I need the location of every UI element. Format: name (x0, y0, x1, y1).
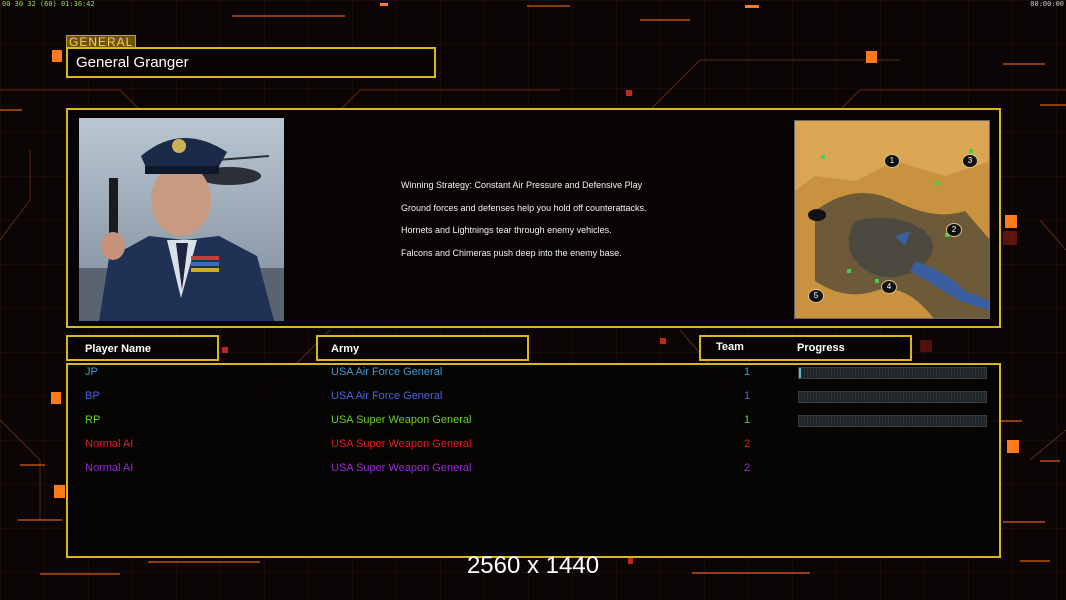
player-row[interactable]: Normal AI USA Super Weapon General 2 (0, 438, 1066, 462)
player-team: 1 (744, 390, 751, 402)
map-start-position: 1 (884, 154, 900, 168)
header-player-name: Player Name (66, 335, 219, 361)
header-progress-label: Progress (797, 342, 845, 354)
player-progress-bar (798, 367, 987, 379)
header-team-progress: Team Progress (699, 335, 912, 361)
map-start-position: 4 (881, 280, 897, 294)
map-start-position: 2 (946, 223, 962, 237)
hud-stats-readout: 00 30 32 (60) 01:36:42 (2, 0, 95, 8)
general-name-panel: General Granger (66, 47, 436, 78)
player-army: USA Super Weapon General (331, 414, 472, 426)
strategy-line: Falcons and Chimeras push deep into the … (401, 247, 622, 258)
player-progress-bar (798, 415, 987, 427)
header-army-label: Army (331, 343, 360, 355)
player-name: Normal AI (85, 462, 134, 474)
map-start-position: 3 (962, 154, 978, 168)
player-army: USA Air Force General (331, 390, 443, 402)
player-name: BP (85, 390, 100, 402)
player-team: 1 (744, 366, 751, 378)
player-army: USA Super Weapon General (331, 438, 472, 450)
player-team: 2 (744, 438, 751, 450)
strategy-text: Winning Strategy: Constant Air Pressure … (401, 180, 647, 270)
player-name: Normal AI (85, 438, 134, 450)
resolution-label: 2560 x 1440 (466, 552, 600, 579)
map-start-position: 5 (808, 289, 824, 303)
hud-clock-readout: 00:00:00 (1030, 0, 1064, 8)
strategy-line: Ground forces and defenses help you hold… (401, 202, 647, 213)
map-preview: 1 2 3 4 5 (794, 120, 990, 319)
strategy-line: Winning Strategy: Constant Air Pressure … (401, 180, 643, 190)
player-progress-fill (799, 368, 802, 378)
header-team-label: Team (716, 341, 744, 353)
player-army: USA Super Weapon General (331, 462, 472, 474)
player-team: 1 (744, 414, 751, 426)
player-name: JP (85, 366, 98, 378)
general-portrait (79, 118, 284, 321)
header-player-name-label: Player Name (85, 343, 152, 355)
header-army: Army (316, 335, 529, 361)
player-team: 2 (744, 462, 751, 474)
player-army: USA Air Force General (331, 366, 443, 378)
general-name: General Granger (76, 54, 189, 71)
player-row[interactable]: Normal AI USA Super Weapon General 2 (0, 462, 1066, 486)
strategy-line: Hornets and Lightnings tear through enem… (401, 225, 612, 235)
player-name: RP (85, 414, 101, 426)
player-progress-bar (798, 391, 987, 403)
